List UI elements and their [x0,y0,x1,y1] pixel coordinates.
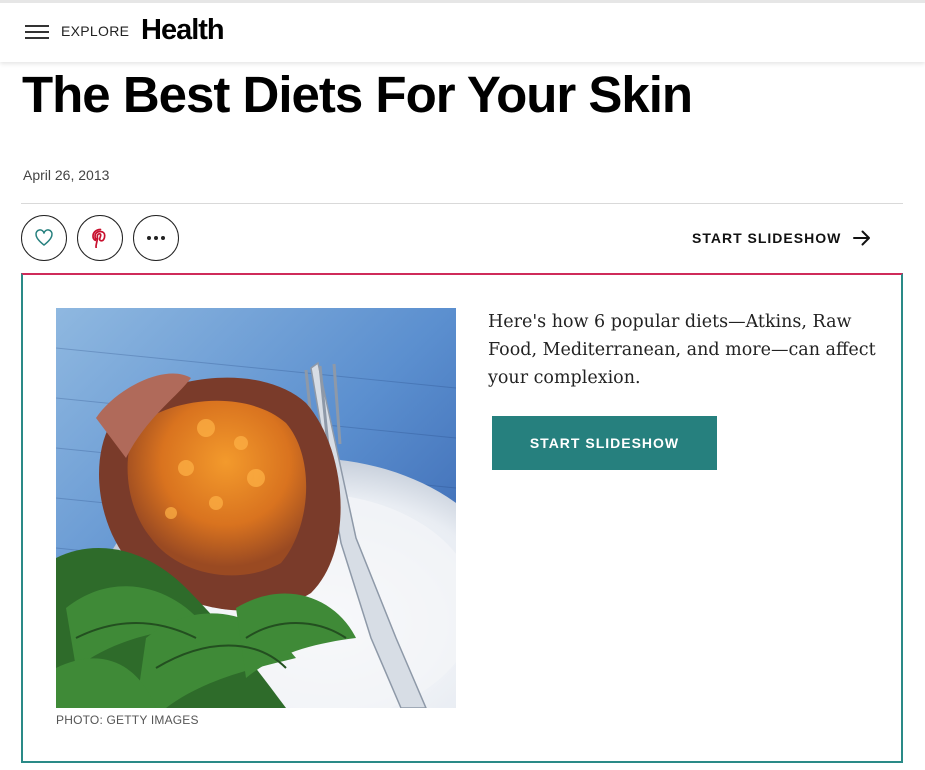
save-button[interactable] [21,215,67,261]
slideshow-card: PHOTO: GETTY IMAGES Here's how 6 popular… [21,273,903,763]
arrow-right-icon [853,230,871,246]
pinterest-icon [92,228,106,248]
site-header: EXPLORE Health [0,0,925,62]
slideshow-description: Here's how 6 popular diets—Atkins, Raw F… [488,312,876,388]
page-title: The Best Diets For Your Skin [22,66,693,123]
explore-menu-link[interactable]: EXPLORE [61,23,129,39]
site-logo[interactable]: Health [141,14,225,47]
hamburger-menu-icon[interactable] [25,23,49,41]
more-icon [147,236,165,240]
divider [21,203,903,204]
publish-date: April 26, 2013 [23,167,110,183]
pinterest-share-button[interactable] [77,215,123,261]
start-slideshow-link[interactable]: START SLIDESHOW [692,230,871,246]
article-photo [56,308,456,708]
more-options-button[interactable] [133,215,179,261]
photo-credit: PHOTO: GETTY IMAGES [56,713,199,727]
heart-icon [35,229,53,246]
start-slideshow-link-label: START SLIDESHOW [692,230,842,246]
start-slideshow-button[interactable]: START SLIDESHOW [492,416,717,470]
